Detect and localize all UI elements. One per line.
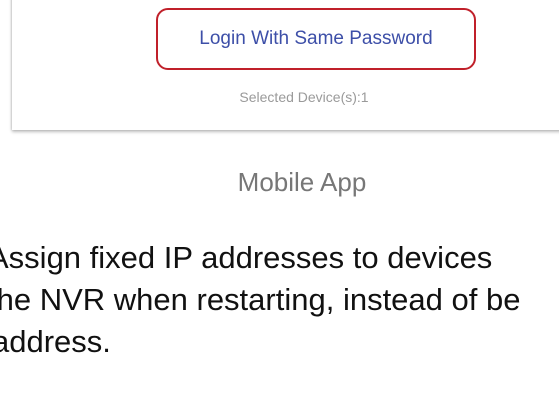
body-text-line: Assign fixed IP addresses to devices [0, 240, 493, 275]
selected-devices-count: Selected Device(s):1 [239, 89, 369, 105]
mobile-app-screenshot: Login With Same Password [12, 0, 559, 130]
figure-caption: Mobile App [237, 167, 367, 197]
body-paragraph: Assign fixed IP addresses to devices the… [0, 237, 559, 363]
login-with-same-password-button[interactable]: Login With Same Password [156, 8, 476, 70]
document-page: Login With Same Password Selected Device… [0, 0, 559, 398]
body-text-line: the NVR when restarting, instead of be [0, 282, 521, 317]
login-button-label: Login With Same Password [199, 28, 433, 49]
body-text-line: address. [0, 324, 111, 359]
